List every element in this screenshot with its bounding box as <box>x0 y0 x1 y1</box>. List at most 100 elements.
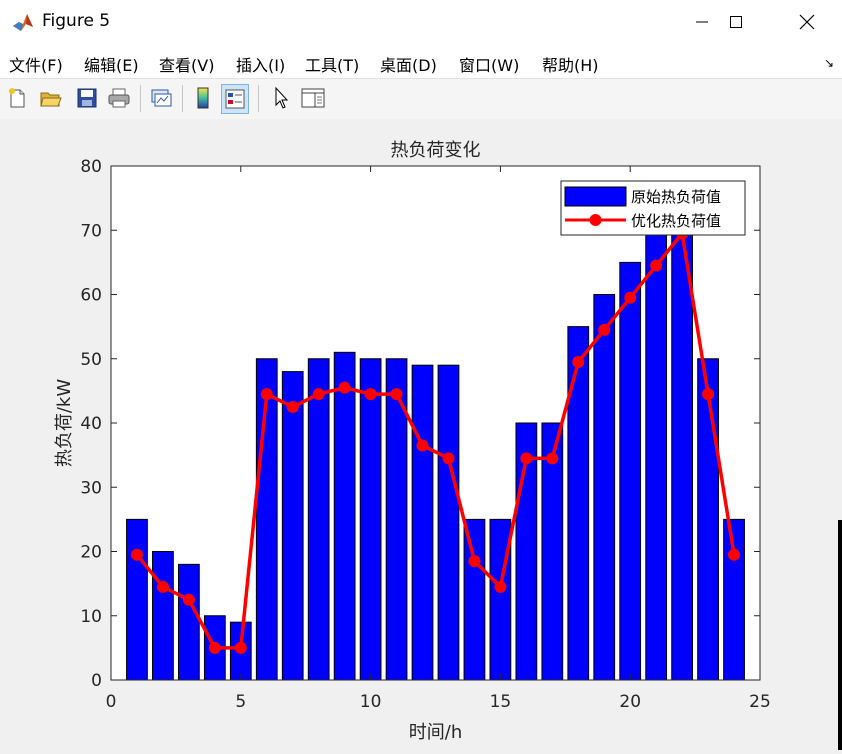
menu-desktop[interactable]: 桌面(D) <box>380 52 437 76</box>
bar <box>281 371 304 681</box>
window-title: Figure 5 <box>42 11 111 31</box>
x-tick-label: 15 <box>490 692 512 712</box>
menu-window[interactable]: 窗口(W) <box>459 52 519 76</box>
line-point <box>624 291 637 304</box>
legend-line-marker <box>589 214 602 226</box>
pointer-icon <box>275 86 289 109</box>
x-tick-label: 20 <box>619 692 641 712</box>
y-tick-label: 20 <box>80 543 102 563</box>
line-point <box>650 259 663 272</box>
line-point <box>468 555 481 568</box>
line-point <box>234 641 247 654</box>
maximize-button[interactable] <box>708 0 764 44</box>
line-point <box>728 548 741 561</box>
x-tick-label: 10 <box>360 692 382 712</box>
x-tick-label: 5 <box>235 692 246 712</box>
open-file-button[interactable] <box>38 84 64 112</box>
line-point <box>494 580 507 593</box>
x-tick-label: 0 <box>106 692 117 712</box>
insert-colorbar-button[interactable] <box>190 84 216 112</box>
toolbar <box>0 78 842 120</box>
maximize-icon <box>730 16 742 28</box>
menu-file[interactable]: 文件(F) <box>9 52 63 76</box>
figure-canvas: 0 5 10 15 20 25 0 10 20 30 40 50 60 70 80 热负荷变化 时间/h 热… <box>0 119 842 750</box>
line-point <box>260 388 273 401</box>
menu-insert[interactable]: 插入(I) <box>236 52 285 76</box>
line-point <box>312 388 325 401</box>
save-button[interactable] <box>74 84 100 112</box>
new-figure-button[interactable] <box>4 84 30 112</box>
bar <box>671 229 694 681</box>
line-point <box>130 548 143 561</box>
bar <box>567 326 590 681</box>
minimize-icon <box>696 21 708 23</box>
bar <box>437 364 460 681</box>
line-point <box>546 452 559 465</box>
y-tick-label: 50 <box>80 350 102 370</box>
y-tick-label: 80 <box>80 157 102 177</box>
legend-label-original: 原始热负荷值 <box>631 188 721 206</box>
window-edge <box>838 520 842 750</box>
x-tick-label: 25 <box>749 692 771 712</box>
close-icon <box>799 14 815 30</box>
menu-help[interactable]: 帮助(H) <box>542 52 599 76</box>
legend[interactable]: 原始热负荷值 优化热负荷值 <box>560 180 746 236</box>
print-icon <box>108 88 130 108</box>
line-point <box>156 580 169 593</box>
menu-tools[interactable]: 工具(T) <box>305 52 359 76</box>
save-icon <box>77 88 97 108</box>
bar <box>152 551 174 681</box>
y-tick-label: 0 <box>91 671 102 691</box>
bar <box>697 358 719 681</box>
y-tick-label: 10 <box>80 607 102 627</box>
print-button[interactable] <box>106 84 132 112</box>
bar <box>359 358 382 681</box>
legend-bar-swatch <box>564 186 627 207</box>
y-tick-label: 70 <box>80 221 102 241</box>
toolbar-separator <box>140 85 141 112</box>
y-tick-label: 40 <box>80 414 102 434</box>
property-inspector-icon <box>301 88 325 108</box>
chart[interactable]: 0 5 10 15 20 25 0 10 20 30 40 50 60 70 80 热负荷变化 时间/h 热… <box>0 119 842 750</box>
menu-edit[interactable]: 编辑(E) <box>84 52 139 76</box>
bar <box>463 518 486 681</box>
matlab-icon <box>13 14 33 31</box>
toolbar-separator <box>182 85 183 112</box>
link-plot-button[interactable] <box>148 84 174 112</box>
menu-view[interactable]: 查看(V) <box>159 52 214 76</box>
link-plot-icon <box>151 89 172 107</box>
new-file-icon <box>9 88 25 108</box>
legend-label-optimized: 优化热负荷值 <box>631 212 721 230</box>
bar <box>126 518 148 681</box>
bar <box>333 351 356 681</box>
line-point <box>702 388 715 401</box>
x-axis-label: 时间/h <box>409 722 462 743</box>
bar <box>645 229 668 681</box>
line-point <box>416 439 429 452</box>
property-inspector-button[interactable] <box>300 84 326 112</box>
bar <box>411 364 434 681</box>
line-point <box>182 593 195 606</box>
bar <box>619 261 642 681</box>
colorbar-icon <box>197 87 209 109</box>
y-axis-label: 热负荷/kW <box>54 379 75 467</box>
line-point <box>520 452 533 465</box>
title-bar: Figure 5 <box>0 0 842 44</box>
close-button[interactable] <box>779 0 835 44</box>
line-point <box>598 323 611 336</box>
y-tick-label: 60 <box>80 286 102 306</box>
open-folder-icon <box>40 92 62 107</box>
edit-plot-button[interactable] <box>268 84 294 112</box>
dock-arrow-icon[interactable]: ↘ <box>824 56 834 70</box>
insert-legend-button[interactable] <box>221 84 249 114</box>
legend-icon <box>225 89 245 109</box>
line-point <box>442 452 455 465</box>
line-point <box>338 381 351 394</box>
bar <box>307 358 330 681</box>
line-point <box>364 388 377 401</box>
chart-title: 热负荷变化 <box>391 140 481 161</box>
bar <box>593 294 616 681</box>
menu-bar: 文件(F) 编辑(E) 查看(V) 插入(I) 工具(T) 桌面(D) 窗口(W… <box>0 44 842 78</box>
toolbar-separator <box>258 85 259 112</box>
bar <box>177 563 200 681</box>
